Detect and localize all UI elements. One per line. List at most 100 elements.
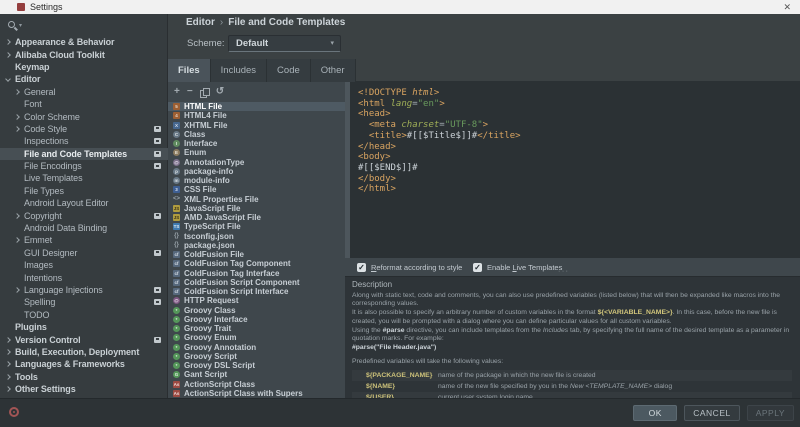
scheme-selected-value: Default (236, 36, 268, 52)
actionscript-file-icon: As (173, 390, 180, 397)
template-item-coldfusion-script-interface[interactable]: cfColdFusion Script Interface (168, 287, 345, 296)
tab-code[interactable]: Code (267, 59, 311, 82)
template-item-groovy-annotation[interactable]: *Groovy Annotation (168, 343, 345, 352)
template-item-coldfusion-tag-interface[interactable]: cfColdFusion Tag Interface (168, 269, 345, 278)
sidebar-item-general[interactable]: General (0, 86, 168, 98)
sidebar-item-file-types[interactable]: File Types (0, 185, 168, 197)
sidebar-item-languages-frameworks[interactable]: Languages & Frameworks (0, 358, 168, 370)
sidebar-item-code-style[interactable]: Code Style (0, 123, 168, 135)
sidebar-item-live-templates[interactable]: Live Templates (0, 172, 168, 184)
sidebar-item-color-scheme[interactable]: Color Scheme (0, 110, 168, 122)
code-line: #[[$END$]]# (358, 163, 800, 174)
http-file-icon: @ (173, 297, 180, 304)
template-item-groovy-trait[interactable]: *Groovy Trait (168, 324, 345, 333)
sidebar-item-tools[interactable]: Tools (0, 371, 168, 383)
sidebar-item-editor[interactable]: Editor (0, 73, 168, 85)
template-item-annotationtype[interactable]: @AnnotationType (168, 158, 345, 167)
sidebar-item-inspections[interactable]: Inspections (0, 135, 168, 147)
sidebar-item-build-execution-deployment[interactable]: Build, Execution, Deployment (0, 346, 168, 358)
html5-file-icon: 5 (173, 103, 180, 110)
sidebar-item-gui-designer[interactable]: GUI Designer (0, 247, 168, 259)
copy-icon[interactable] (200, 88, 209, 97)
template-item-amd-javascript-file[interactable]: JSAMD JavaScript File (168, 213, 345, 222)
tab-other[interactable]: Other (311, 59, 356, 82)
sidebar-item-images[interactable]: Images (0, 259, 168, 271)
template-item-groovy-interface[interactable]: *Groovy Interface (168, 315, 345, 324)
template-item-class[interactable]: CClass (168, 130, 345, 139)
sidebar-item-font[interactable]: Font (0, 98, 168, 110)
sidebar-item-emmet[interactable]: Emmet (0, 234, 168, 246)
gear-icon[interactable] (9, 407, 19, 417)
sidebar-item-language-injections[interactable]: Language Injections (0, 284, 168, 296)
template-item-package-json[interactable]: {}package.json (168, 241, 345, 250)
sidebar-item-todo[interactable]: TODO (0, 309, 168, 321)
scheme-select[interactable]: Default ▾ (228, 35, 341, 52)
template-item-actionscript-class-with-supers[interactable]: AsActionScript Class with Supers (168, 389, 345, 398)
template-item-coldfusion-file[interactable]: cfColdFusion File (168, 250, 345, 259)
template-item-css-file[interactable]: 3CSS File (168, 185, 345, 194)
checkbox-checked-icon: ✓ (473, 263, 482, 272)
checkbox-reformat-according-to-style[interactable]: ✓Reformat according to style (357, 258, 462, 276)
sidebar-item-other-settings[interactable]: Other Settings (0, 383, 168, 395)
template-item-enum[interactable]: EEnum (168, 148, 345, 157)
tab-files[interactable]: Files (168, 59, 211, 82)
sidebar-item-keymap[interactable]: Keymap (0, 61, 168, 73)
template-item-coldfusion-tag-component[interactable]: cfColdFusion Tag Component (168, 259, 345, 268)
template-item-groovy-script[interactable]: *Groovy Script (168, 352, 345, 361)
template-item-interface[interactable]: IInterface (168, 139, 345, 148)
chevron-right-icon (14, 114, 20, 120)
template-editor[interactable]: <!DOCTYPE html><html lang="en"><head> <m… (350, 82, 800, 258)
template-item-typescript-file[interactable]: TSTypeScript File (168, 222, 345, 231)
add-icon[interactable]: + (174, 86, 180, 98)
tab-includes[interactable]: Includes (211, 59, 267, 82)
close-icon[interactable]: ✕ (783, 0, 791, 14)
template-item-html4-file[interactable]: 4HTML4 File (168, 111, 345, 120)
code-line: <title>#[[$Title$]]#</title> (358, 131, 800, 142)
settings-search-input[interactable]: ▾ (0, 14, 168, 36)
sidebar-item-file-and-code-templates[interactable]: File and Code Templates (0, 148, 168, 160)
sidebar-item-plugins[interactable]: Plugins (0, 321, 168, 333)
sidebar-item-file-encodings[interactable]: File Encodings (0, 160, 168, 172)
template-item-gant-script[interactable]: GGant Script (168, 370, 345, 379)
template-list-toolbar: +− ↺ (174, 85, 224, 99)
sidebar-item-copyright[interactable]: Copyright (0, 209, 168, 221)
sidebar-item-label: Appearance & Behavior (15, 37, 114, 47)
description-panel: Description Along with static text, code… (345, 276, 800, 398)
sidebar-item-version-control[interactable]: Version Control (0, 333, 168, 345)
breadcrumb: Editor›File and Code Templates (186, 17, 345, 28)
cancel-button[interactable]: CANCEL (684, 405, 739, 421)
sidebar-item-label: Intentions (24, 273, 62, 283)
reset-icon[interactable]: ↺ (216, 86, 224, 98)
apply-button: APPLY (747, 405, 794, 421)
chevron-right-icon (14, 238, 20, 244)
template-item-package-info[interactable]: ppackage-info (168, 167, 345, 176)
template-item-xml-properties-file[interactable]: <>XML Properties File (168, 195, 345, 204)
template-item-module-info[interactable]: mmodule-info (168, 176, 345, 185)
window-titlebar: Settings ✕ (0, 0, 800, 14)
sidebar-item-spelling[interactable]: Spelling (0, 296, 168, 308)
js-file-icon: JS (173, 205, 180, 212)
sidebar-item-android-layout-editor[interactable]: Android Layout Editor (0, 197, 168, 209)
sidebar-item-android-data-binding[interactable]: Android Data Binding (0, 222, 168, 234)
checkbox-enable-live-templates[interactable]: ✓Enable Live Templates (473, 258, 562, 276)
template-item-tsconfig-json[interactable]: {}tsconfig.json (168, 232, 345, 241)
template-item-coldfusion-script-component[interactable]: cfColdFusion Script Component (168, 278, 345, 287)
template-item-xhtml-file[interactable]: XXHTML File (168, 121, 345, 130)
code-line: <body> (358, 152, 800, 163)
splitter-handle[interactable]: ··· (558, 268, 578, 275)
remove-icon[interactable]: − (187, 86, 193, 98)
sidebar-item-appearance-behavior[interactable]: Appearance & Behavior (0, 36, 168, 48)
template-item-http-request[interactable]: @HTTP Request (168, 296, 345, 305)
template-item-javascript-file[interactable]: JSJavaScript File (168, 204, 345, 213)
template-item-groovy-dsl-script[interactable]: *Groovy DSL Script (168, 361, 345, 370)
template-item-actionscript-class[interactable]: AsActionScript Class (168, 380, 345, 389)
template-item-label: Groovy DSL Script (184, 361, 255, 370)
sidebar-item-label: Color Scheme (24, 112, 80, 122)
template-item-groovy-enum[interactable]: *Groovy Enum (168, 333, 345, 342)
ok-button[interactable]: OK (633, 405, 677, 421)
breadcrumb-root[interactable]: Editor (186, 17, 215, 28)
template-item-groovy-class[interactable]: *Groovy Class (168, 306, 345, 315)
sidebar-item-intentions[interactable]: Intentions (0, 271, 168, 283)
template-item-html-file[interactable]: 5HTML File (168, 102, 345, 111)
sidebar-item-alibaba-cloud-toolkit[interactable]: Alibaba Cloud Toolkit (0, 48, 168, 60)
